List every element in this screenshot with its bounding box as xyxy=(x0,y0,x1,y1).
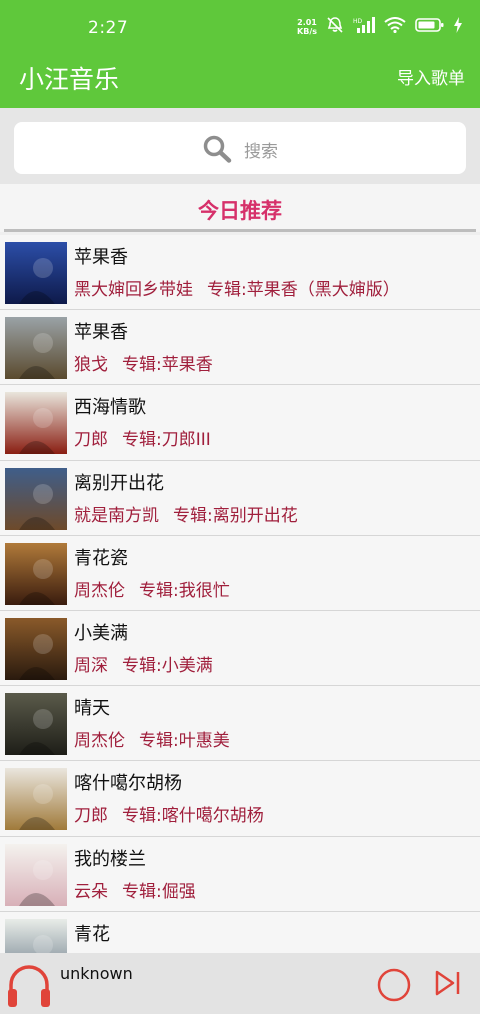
song-meta: 就是南方凯 专辑:离别开出花 xyxy=(74,501,298,526)
skip-next-icon[interactable] xyxy=(434,970,462,1000)
song-row[interactable]: 离别开出花就是南方凯 专辑:离别开出花 xyxy=(0,460,480,536)
song-meta: 刀郎 专辑:喀什噶尔胡杨 xyxy=(74,801,264,826)
charging-icon xyxy=(454,17,462,37)
album-cover xyxy=(5,467,67,530)
album-cover xyxy=(5,768,67,831)
song-artist: 周深 xyxy=(74,655,108,676)
status-time: 2:27 xyxy=(88,18,129,38)
today-recommend-header: 今日推荐 xyxy=(0,184,480,232)
album-cover xyxy=(5,542,67,605)
song-title: 青花 xyxy=(74,923,110,945)
song-title: 西海情歌 xyxy=(74,397,146,419)
net-speed: 2.01 KB/s xyxy=(297,18,317,36)
album-cover xyxy=(5,317,67,380)
song-meta: 黑大婶回乡带娃 专辑:苹果香（黑大婶版） xyxy=(74,275,400,300)
song-title: 小美满 xyxy=(74,622,128,644)
search-icon xyxy=(203,135,233,167)
song-title: 苹果香 xyxy=(74,247,128,268)
song-title: 我的楼兰 xyxy=(74,848,146,870)
search-placeholder: 搜索 xyxy=(244,142,278,162)
mute-icon xyxy=(326,16,344,38)
song-title: 离别开出花 xyxy=(74,472,164,494)
app-title: 小汪音乐 xyxy=(19,65,120,94)
headphones-icon xyxy=(6,961,52,1013)
song-row[interactable]: 喀什噶尔胡杨 刀郎 专辑:喀什噶尔胡杨 xyxy=(0,761,480,837)
song-row[interactable]: 苹果香黑大婶回乡带娃 专辑:苹果香（黑大婶版） xyxy=(0,235,480,311)
song-album: 专辑:小美满 xyxy=(122,655,213,676)
battery-icon xyxy=(415,17,445,37)
album-cover xyxy=(5,918,67,953)
signal-icon: HD xyxy=(353,17,375,37)
song-row[interactable]: 晴天周杰伦 专辑:叶惠美 xyxy=(0,686,480,762)
song-album: 专辑:刀郎III xyxy=(122,430,211,451)
import-playlist-button[interactable]: 导入歌单 xyxy=(397,64,465,89)
song-artist: 周杰伦 xyxy=(74,580,125,601)
album-cover xyxy=(5,617,67,680)
wifi-icon xyxy=(384,17,406,37)
song-meta: 周杰伦 专辑:叶惠美 xyxy=(74,726,230,751)
song-artist: 周杰伦 xyxy=(74,731,125,752)
song-album: 专辑:苹果香 xyxy=(122,355,213,376)
song-album: 专辑:倔强 xyxy=(122,881,196,902)
now-playing-title: unknown xyxy=(60,964,133,983)
song-meta: 周深 专辑:小美满 xyxy=(74,651,213,676)
mini-player[interactable]: unknown xyxy=(0,953,480,1014)
song-meta: 刀郎 专辑:刀郎III xyxy=(74,425,211,450)
song-title: 晴天 xyxy=(74,698,110,720)
song-meta: 周杰伦 专辑:我很忙 xyxy=(74,576,230,601)
song-meta: 云朵 专辑:倔强 xyxy=(74,877,196,902)
song-row[interactable]: 青花 xyxy=(0,911,480,953)
song-album: 专辑:叶惠美 xyxy=(139,731,230,752)
song-album: 专辑:离别开出花 xyxy=(173,505,298,526)
song-artist: 狼戈 xyxy=(74,355,108,376)
section-divider xyxy=(4,229,476,232)
net-speed-value: 2.01 xyxy=(297,18,317,27)
status-icons: 2.01 KB/s HD xyxy=(297,16,462,38)
song-artist: 就是南方凯 xyxy=(74,505,159,526)
album-cover xyxy=(5,693,67,756)
song-album: 专辑:喀什噶尔胡杨 xyxy=(122,806,264,827)
status-bar: 2:27 2.01 KB/s HD xyxy=(0,0,480,56)
song-album: 专辑:我很忙 xyxy=(139,580,230,601)
search-bar: 搜索 xyxy=(0,108,480,184)
play-circle-icon[interactable] xyxy=(376,967,412,1007)
song-list[interactable]: 苹果香 黑大婶回乡带娃 专辑:苹果香（黑大婶版） 苹果香 狼戈 专辑:苹果香 西海情歌 刀郎专… xyxy=(0,235,480,953)
song-row[interactable]: 小美满周深 专辑:小美满 xyxy=(0,610,480,687)
song-row[interactable]: 西海情歌刀郎 专辑:刀郎III xyxy=(0,385,480,461)
album-cover xyxy=(5,242,67,304)
song-row[interactable]: 青花瓷周杰伦 专辑:我很忙 xyxy=(0,535,480,611)
song-artist: 云朵 xyxy=(74,881,108,902)
search-input[interactable]: 搜索 xyxy=(14,122,466,174)
section-title: 今日推荐 xyxy=(198,199,282,223)
song-artist: 刀郎 xyxy=(74,430,108,451)
song-title: 苹果香 xyxy=(74,322,128,344)
album-cover xyxy=(5,392,67,455)
svg-text:HD: HD xyxy=(353,18,363,25)
song-title: 青花瓷 xyxy=(74,547,128,569)
net-speed-unit: KB/s xyxy=(297,27,317,36)
song-artist: 刀郎 xyxy=(74,806,108,827)
song-title: 喀什噶尔胡杨 xyxy=(74,773,182,795)
album-cover xyxy=(5,843,67,906)
song-meta: 狼戈 专辑:苹果香 xyxy=(74,350,213,375)
song-album: 专辑:苹果香（黑大婶版） xyxy=(207,280,400,300)
song-row[interactable]: 我的楼兰云朵 专辑:倔强 xyxy=(0,836,480,912)
app-bar: 小汪音乐 导入歌单 xyxy=(0,56,480,108)
song-row[interactable]: 苹果香狼戈 专辑:苹果香 xyxy=(0,310,480,386)
song-artist: 黑大婶回乡带娃 xyxy=(74,280,193,300)
